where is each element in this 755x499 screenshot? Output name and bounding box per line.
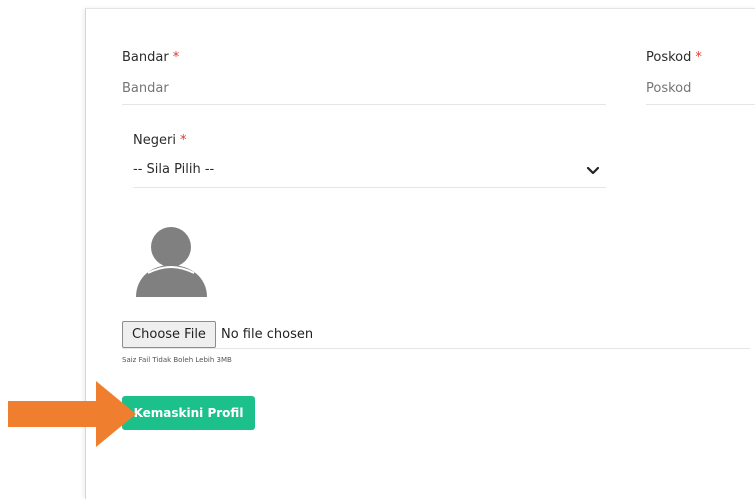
file-underline	[122, 348, 750, 349]
file-size-hint: Saiz Fail Tidak Boleh Lebih 3MB	[122, 356, 232, 364]
poskod-label: Poskod *	[646, 50, 702, 65]
choose-file-button[interactable]: Choose File	[122, 321, 216, 348]
negeri-underline	[133, 187, 606, 188]
file-status-text: No file chosen	[221, 327, 314, 342]
negeri-select[interactable]: -- Sila Pilih --	[133, 162, 214, 177]
poskod-input[interactable]	[646, 78, 751, 98]
update-profile-button[interactable]: Kemaskini Profil	[122, 396, 255, 430]
bandar-label: Bandar *	[122, 50, 179, 65]
negeri-label-text: Negeri	[133, 133, 176, 148]
negeri-required-mark: *	[179, 133, 187, 148]
negeri-label: Negeri *	[133, 133, 186, 148]
bandar-input[interactable]	[122, 78, 602, 98]
arrow-right-icon	[8, 381, 136, 447]
avatar-placeholder-icon	[136, 227, 207, 297]
poskod-underline	[646, 104, 755, 105]
bandar-label-text: Bandar	[122, 50, 169, 65]
bandar-underline	[122, 104, 606, 105]
poskod-required-mark: *	[695, 50, 702, 65]
chevron-down-icon[interactable]	[586, 166, 600, 176]
bandar-required-mark: *	[172, 50, 180, 65]
poskod-label-text: Poskod	[646, 50, 692, 65]
